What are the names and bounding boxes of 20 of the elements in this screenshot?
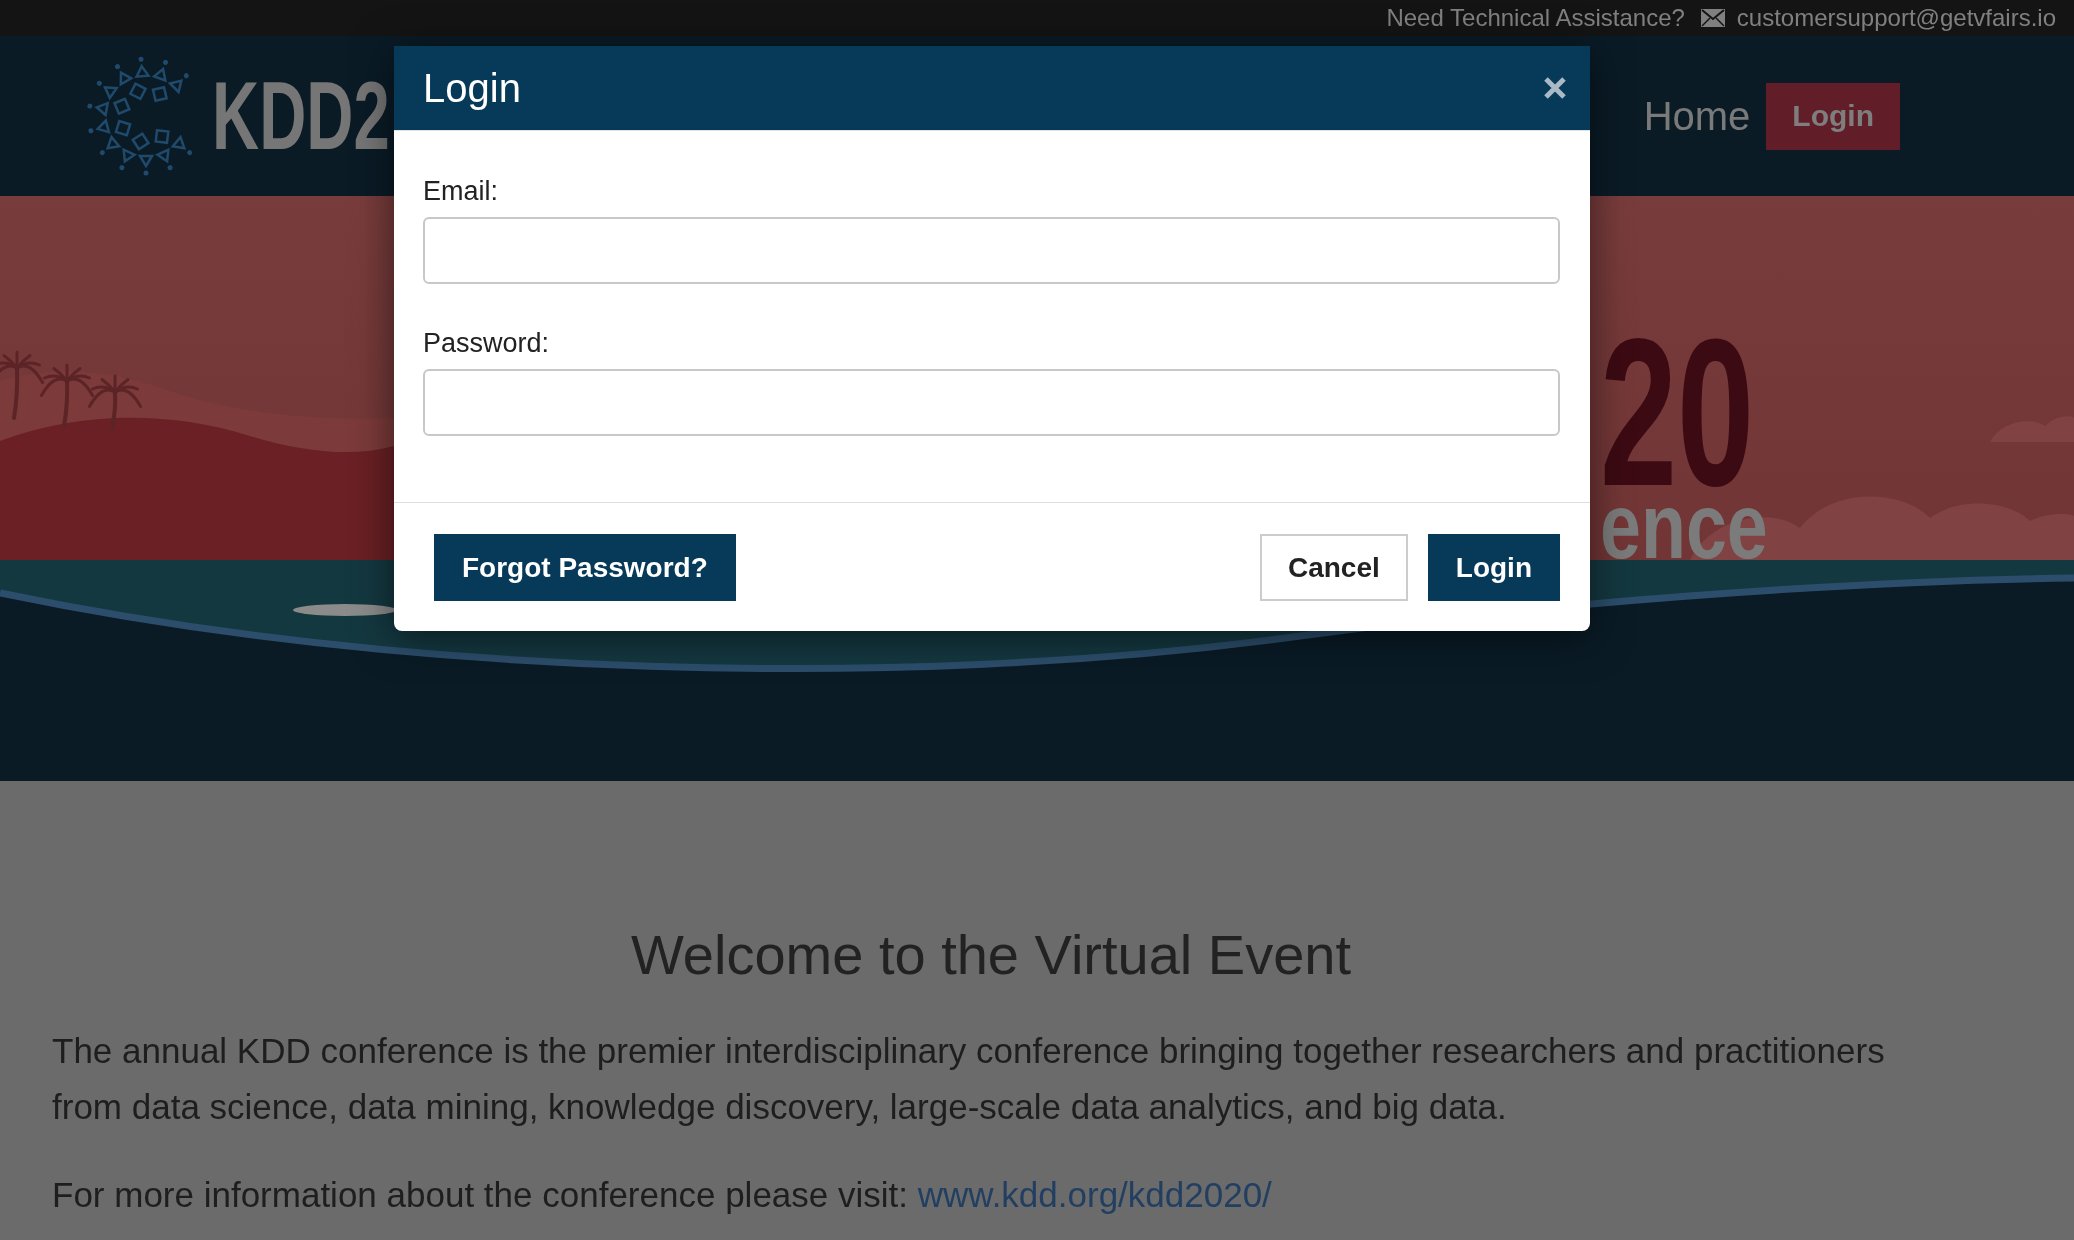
- field-label: Email:: [423, 175, 498, 207]
- banner-year-text: 20: [1600, 334, 1755, 492]
- password-field[interactable]: [423, 369, 1560, 436]
- close-icon: [1543, 76, 1567, 100]
- login-button[interactable]: Login: [1427, 534, 1560, 601]
- mail-icon: [1700, 9, 1725, 27]
- info-paragraph: For more information about the conference please visit: www.kdd.org/kdd2020/: [52, 1174, 1272, 1216]
- banner-subtitle-text: ence: [1600, 493, 1768, 558]
- forgot-password-button[interactable]: Forgot Password?: [434, 534, 736, 601]
- cancel-button[interactable]: Cancel: [1259, 534, 1408, 601]
- logo-text: KDD2: [212, 68, 390, 164]
- home-link[interactable]: Home: [1643, 93, 1751, 139]
- intro-paragraph: The annual KDD conference is the premier interdisciplinary conference bringing together researchers and practitioners from data science, data mining, knowledge discovery, large-scale data analytics, and big data.: [52, 1030, 1886, 1128]
- dialog-title: Login: [423, 65, 521, 111]
- email-field[interactable]: [423, 217, 1560, 284]
- email-link[interactable]: customersupport@getvfairs.io: [1736, 4, 2056, 32]
- welcome-heading: Welcome to the Virtual Event: [630, 923, 1352, 987]
- field-label: Password:: [423, 327, 550, 359]
- help-text: Need Technical Assistance?: [1386, 4, 1685, 32]
- login-button[interactable]: Login: [1766, 82, 1900, 150]
